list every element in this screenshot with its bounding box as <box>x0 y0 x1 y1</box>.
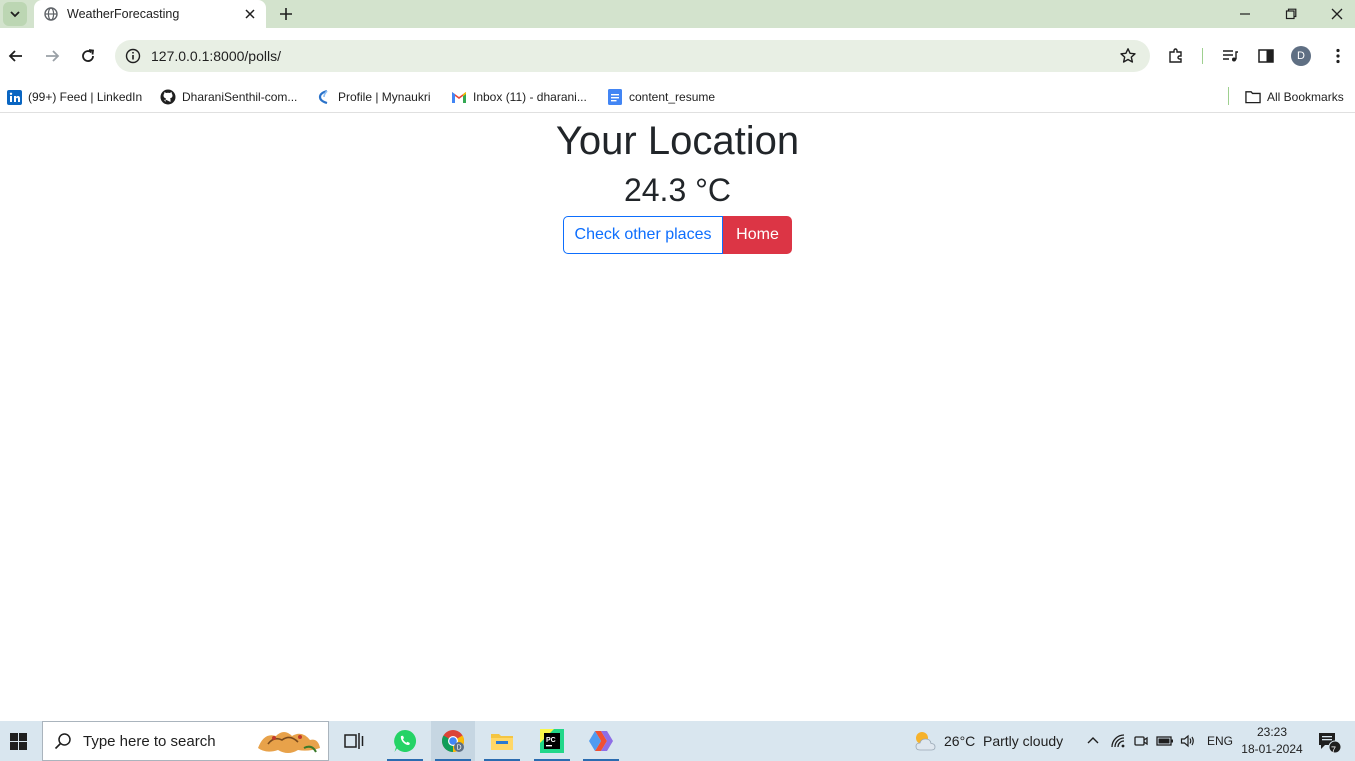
gmail-icon <box>451 89 467 105</box>
weather-description[interactable]: Partly cloudy <box>983 733 1063 749</box>
page-content: Your Location 24.3 °C Check other places… <box>0 114 1355 721</box>
back-button[interactable] <box>2 42 30 70</box>
arrow-right-icon <box>46 50 60 62</box>
wifi-icon[interactable] <box>1108 731 1128 751</box>
notification-count-badge: 7 <box>1331 745 1337 755</box>
restore-icon <box>1285 8 1297 20</box>
bookmark-label: content_resume <box>629 90 716 104</box>
git-tool-icon <box>589 731 613 751</box>
taskbar-app-git[interactable] <box>579 721 623 761</box>
temperature-value: 24.3 °C <box>623 172 732 208</box>
home-button[interactable]: Home <box>723 216 792 254</box>
browser-toolbar: 127.0.0.1:8000/polls/ <box>0 28 1355 84</box>
taskbar-app-chrome[interactable]: D <box>431 721 475 761</box>
input-language[interactable]: ENG <box>1207 734 1233 748</box>
globe-icon <box>44 7 58 21</box>
chevron-up-icon[interactable] <box>1083 731 1103 751</box>
bookmark-item-linkedin[interactable]: (99+) Feed | LinkedIn <box>6 85 142 109</box>
close-window-button[interactable] <box>1314 0 1355 28</box>
weather-temperature[interactable]: 26°C <box>944 733 975 749</box>
whatsapp-icon <box>394 729 417 752</box>
taskbar-app-pycharm[interactable]: PC <box>530 721 574 761</box>
notification-center-button[interactable] <box>1316 730 1342 754</box>
bookmark-item-naukri[interactable]: Profile | Mynaukri <box>316 85 430 109</box>
svg-text:PC: PC <box>546 737 556 744</box>
windows-taskbar: Type here to search D PC 26°C Partly clo… <box>0 721 1355 761</box>
bookmark-label: Profile | Mynaukri <box>338 90 431 104</box>
chevron-down-icon <box>10 11 20 18</box>
start-button[interactable] <box>0 721 36 761</box>
svg-text:D: D <box>456 745 461 752</box>
plus-icon <box>280 8 292 20</box>
battery-icon[interactable] <box>1155 731 1175 751</box>
bookmark-star-icon[interactable] <box>1114 42 1142 70</box>
action-button-group: Check other places Home <box>563 216 792 254</box>
search-highlight-illustration-icon <box>258 732 320 753</box>
bookmark-item-github[interactable]: DharaniSenthil-com... <box>160 85 297 109</box>
bookmarks-bar: (99+) Feed | LinkedIn DharaniSenthil-com… <box>0 81 1355 113</box>
search-icon <box>53 731 73 751</box>
address-bar[interactable]: 127.0.0.1:8000/polls/ <box>115 40 1150 72</box>
restore-button[interactable] <box>1268 0 1314 28</box>
bookmark-item-gmail[interactable]: Inbox (11) - dharani... <box>451 85 587 109</box>
check-other-places-button[interactable]: Check other places <box>563 216 723 254</box>
all-bookmarks-label: All Bookmarks <box>1267 90 1344 104</box>
bookmark-label: (99+) Feed | LinkedIn <box>28 90 143 104</box>
github-icon <box>160 89 176 105</box>
partly-cloudy-weather-icon[interactable] <box>912 728 938 754</box>
forward-button[interactable] <box>38 42 66 70</box>
profile-avatar[interactable]: D <box>1291 46 1311 66</box>
close-icon <box>1331 8 1343 20</box>
task-view-button[interactable] <box>332 721 376 761</box>
bookmark-item-docs[interactable]: content_resume <box>607 85 715 109</box>
reload-button[interactable] <box>74 42 102 70</box>
page-title: Your Location <box>555 119 800 163</box>
clock-time: 23:23 <box>1256 725 1288 739</box>
minimize-icon <box>1240 13 1250 15</box>
bookmark-label: DharaniSenthil-com... <box>182 90 298 104</box>
extensions-icon[interactable] <box>1162 42 1190 70</box>
minimize-button[interactable] <box>1222 0 1268 28</box>
pycharm-icon: PC <box>540 729 564 753</box>
search-placeholder: Type here to search <box>83 732 216 750</box>
system-clock[interactable]: 23:23 18-01-2024 <box>1240 724 1304 758</box>
docs-icon <box>607 89 623 105</box>
reload-icon <box>82 49 95 62</box>
arrow-left-icon <box>8 50 22 62</box>
chrome-icon: D <box>442 730 464 752</box>
bookmark-label: Inbox (11) - dharani... <box>473 90 587 104</box>
linkedin-icon <box>6 89 22 105</box>
tab-search-button[interactable] <box>3 2 27 26</box>
all-bookmarks-button[interactable]: All Bookmarks <box>1245 85 1344 109</box>
site-info-icon[interactable] <box>119 42 147 70</box>
taskbar-search-box[interactable]: Type here to search <box>42 721 329 761</box>
tab-title: WeatherForecasting <box>67 7 180 21</box>
close-tab-icon[interactable] <box>240 4 260 24</box>
meet-now-icon[interactable] <box>1131 731 1151 751</box>
naukri-icon <box>316 89 332 105</box>
clock-date: 18-01-2024 <box>1241 742 1303 756</box>
windows-logo-icon <box>9 732 27 750</box>
toolbar-divider <box>1202 48 1203 64</box>
volume-icon[interactable] <box>1178 731 1198 751</box>
folder-icon <box>491 734 513 750</box>
folder-icon <box>1245 89 1261 105</box>
url-text[interactable]: 127.0.0.1:8000/polls/ <box>151 48 1114 64</box>
menu-more-icon[interactable] <box>1324 42 1352 70</box>
new-tab-button[interactable] <box>276 4 296 24</box>
taskbar-app-file-explorer[interactable] <box>480 721 524 761</box>
side-panel-icon[interactable] <box>1252 42 1280 70</box>
media-control-icon[interactable] <box>1216 42 1244 70</box>
browser-titlebar: WeatherForecasting <box>0 0 1355 28</box>
bookmarks-divider <box>1228 87 1229 105</box>
browser-tab-active[interactable]: WeatherForecasting <box>34 0 266 28</box>
taskbar-app-whatsapp[interactable] <box>383 721 427 761</box>
task-view-icon <box>344 733 364 749</box>
notification-icon <box>1319 733 1342 754</box>
